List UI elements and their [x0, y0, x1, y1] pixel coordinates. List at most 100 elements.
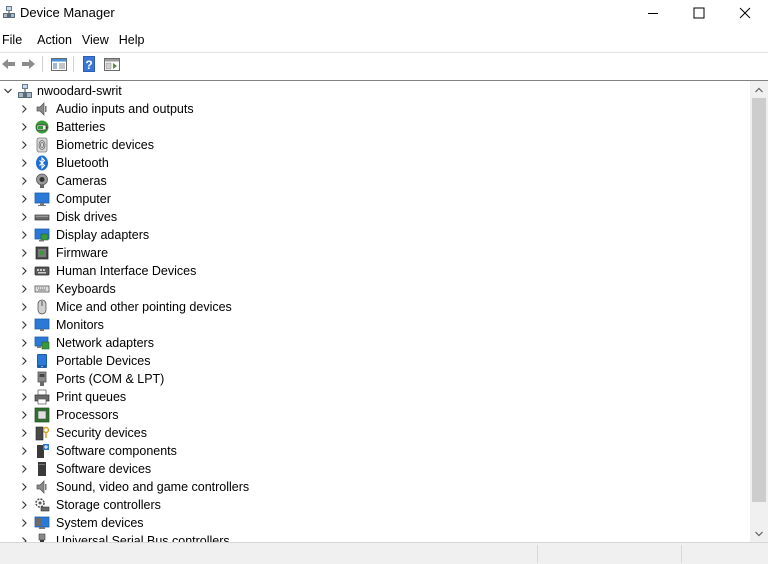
tree-node-label: Print queues [56, 390, 127, 404]
tree-node[interactable]: Cameras [0, 172, 750, 190]
expand-chevron-icon[interactable] [18, 138, 30, 152]
expand-chevron-icon[interactable] [18, 354, 30, 368]
expand-chevron-icon[interactable] [18, 228, 30, 242]
expand-chevron-icon[interactable] [18, 516, 30, 530]
tree-node[interactable]: Security devices [0, 424, 750, 442]
expand-chevron-icon[interactable] [18, 156, 30, 170]
software-device-icon [34, 461, 50, 477]
expand-chevron-icon[interactable] [18, 534, 30, 542]
show-hidden-button[interactable] [103, 55, 121, 73]
expand-chevron-icon[interactable] [18, 210, 30, 224]
tree-node[interactable]: Biometric devices [0, 136, 750, 154]
tree-node-label: Audio inputs and outputs [56, 102, 194, 116]
expand-chevron-icon[interactable] [18, 444, 30, 458]
port-icon [34, 371, 50, 387]
collapse-chevron-icon[interactable] [2, 84, 14, 98]
tree-node-label: Display adapters [56, 228, 150, 242]
device-manager-app-icon [2, 5, 16, 19]
tree-node[interactable]: Network adapters [0, 334, 750, 352]
tree-node[interactable]: Portable Devices [0, 352, 750, 370]
menu-file[interactable]: File [0, 33, 27, 47]
tree-node-label: Computer [56, 192, 111, 206]
processor-icon [34, 407, 50, 423]
expand-chevron-icon[interactable] [18, 120, 30, 134]
tree-node[interactable]: Bluetooth [0, 154, 750, 172]
expand-chevron-icon[interactable] [18, 264, 30, 278]
security-device-icon [34, 425, 50, 441]
tree-node[interactable]: Storage controllers [0, 496, 750, 514]
status-bar [0, 542, 768, 564]
tree-node[interactable]: Computer [0, 190, 750, 208]
tree-node[interactable]: Monitors [0, 316, 750, 334]
menu-help[interactable]: Help [114, 33, 150, 47]
title-bar: Device Manager [0, 0, 768, 26]
tree-node-label: System devices [56, 516, 144, 530]
tree-node[interactable]: Human Interface Devices [0, 262, 750, 280]
expand-chevron-icon[interactable] [18, 102, 30, 116]
properties-button[interactable] [50, 55, 68, 73]
tree-node[interactable]: Audio inputs and outputs [0, 100, 750, 118]
svg-text:?: ? [85, 58, 92, 72]
minimize-button[interactable] [630, 0, 676, 26]
tree-root[interactable]: nwoodard-swrit [0, 82, 750, 100]
tree-node[interactable]: Software components [0, 442, 750, 460]
tree-node[interactable]: Processors [0, 406, 750, 424]
tree-node[interactable]: Software devices [0, 460, 750, 478]
expand-chevron-icon[interactable] [18, 408, 30, 422]
toolbar: ? [0, 52, 768, 75]
tree-node-label: Mice and other pointing devices [56, 300, 232, 314]
tree-node[interactable]: Batteries [0, 118, 750, 136]
software-component-icon [34, 443, 50, 459]
expand-chevron-icon[interactable] [18, 336, 30, 350]
expand-chevron-icon[interactable] [18, 498, 30, 512]
tree-node-label: Processors [56, 408, 119, 422]
menu-view[interactable]: View [77, 33, 114, 47]
expand-chevron-icon[interactable] [18, 174, 30, 188]
scroll-down-button[interactable] [750, 525, 768, 542]
tree-node[interactable]: Ports (COM & LPT) [0, 370, 750, 388]
expand-chevron-icon[interactable] [18, 372, 30, 386]
vertical-scrollbar[interactable] [750, 81, 768, 542]
expand-chevron-icon[interactable] [18, 426, 30, 440]
tree-node[interactable]: Disk drives [0, 208, 750, 226]
expand-chevron-icon[interactable] [18, 192, 30, 206]
menu-action[interactable]: Action [32, 33, 77, 47]
tree-node[interactable]: Firmware [0, 244, 750, 262]
expand-chevron-icon[interactable] [18, 282, 30, 296]
tree-node-label: Batteries [56, 120, 106, 134]
tree-node-label: Universal Serial Bus controllers [56, 534, 230, 542]
speaker-icon [34, 101, 50, 117]
tree-node[interactable]: Keyboards [0, 280, 750, 298]
scroll-thumb[interactable] [752, 98, 766, 502]
tree-node[interactable]: Sound, video and game controllers [0, 478, 750, 496]
tree-node[interactable]: Universal Serial Bus controllers [0, 532, 750, 542]
expand-chevron-icon[interactable] [18, 300, 30, 314]
firmware-icon [34, 245, 50, 261]
back-button[interactable] [0, 55, 18, 73]
usb-controller-icon [34, 533, 50, 542]
tree-node-label: Human Interface Devices [56, 264, 197, 278]
maximize-button[interactable] [676, 0, 722, 26]
tree-node-label: Ports (COM & LPT) [56, 372, 165, 386]
properties-icon [51, 58, 67, 71]
expand-chevron-icon[interactable] [18, 462, 30, 476]
expand-chevron-icon[interactable] [18, 246, 30, 260]
tree-node-label: Security devices [56, 426, 148, 440]
expand-chevron-icon[interactable] [18, 480, 30, 494]
help-button[interactable]: ? [80, 55, 98, 73]
chevron-down-icon [755, 531, 763, 536]
storage-controller-icon [34, 497, 50, 513]
expand-chevron-icon[interactable] [18, 318, 30, 332]
tree-node[interactable]: Mice and other pointing devices [0, 298, 750, 316]
toolbar-separator [42, 56, 43, 72]
tree-node-label: Firmware [56, 246, 109, 260]
expand-chevron-icon[interactable] [18, 390, 30, 404]
tree-node[interactable]: System devices [0, 514, 750, 532]
tree-node-label: Disk drives [56, 210, 118, 224]
tree-node[interactable]: Print queues [0, 388, 750, 406]
forward-button[interactable] [19, 55, 37, 73]
tree-node[interactable]: Display adapters [0, 226, 750, 244]
device-tree[interactable]: nwoodard-swrit Audio inputs and outputs … [0, 80, 768, 542]
close-button[interactable] [722, 0, 768, 26]
scroll-up-button[interactable] [750, 81, 768, 98]
